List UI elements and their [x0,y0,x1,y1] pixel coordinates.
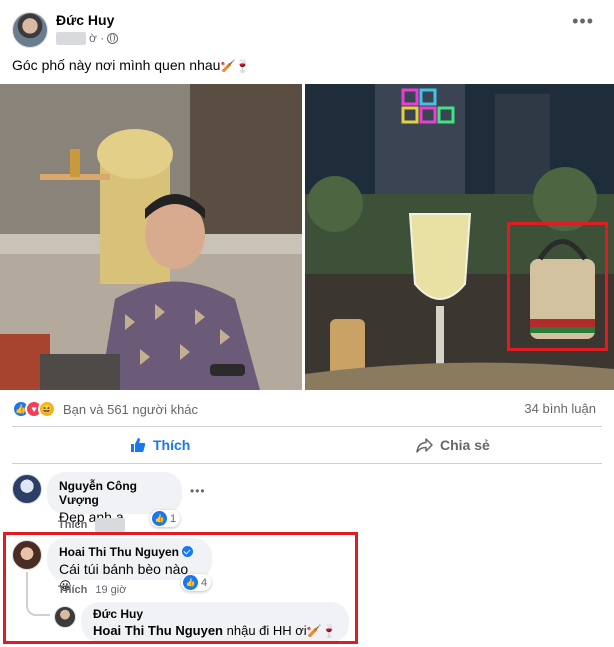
commenter-avatar[interactable] [12,540,42,570]
comment-bubble: Nguyễn Công Vượng Đẹp anh ạ [47,472,182,525]
commenter-avatar[interactable] [12,474,42,504]
reply-author[interactable]: Đức Huy [93,607,337,621]
comment-reaction-pill[interactable]: 👍 1 [150,510,181,527]
author-avatar[interactable] [12,12,48,48]
blurred-timestamp [95,518,126,532]
night-street-photo-illustration [305,84,614,390]
reaction-icons: 👍 ♥ 😆 [12,400,56,418]
comment-text-body: Cái túi bánh bèo nào [59,561,189,577]
man-photo-illustration [0,84,302,390]
comment-reaction-count: 1 [170,512,177,525]
reactions-summary[interactable]: 👍 ♥ 😆 Bạn và 561 người khác [12,400,198,418]
post-photo-left[interactable] [0,84,302,390]
mini-like-icon: 👍 [152,511,167,526]
author-name[interactable]: Đức Huy [56,12,114,28]
reply-thread-line [26,572,50,616]
reply-emoji: 🏏🍷 [306,624,337,638]
share-button-label: Chia sẻ [440,437,490,453]
reply-text-body: nhậu đi HH ơi [226,623,307,638]
comment-actions: Thích 19 giờ [58,584,126,596]
blurred-timestamp [56,31,86,45]
post-time-suffix[interactable]: ờ · [89,31,104,45]
post-header: Đức Huy ờ · ••• [0,0,614,50]
divider [12,426,602,427]
comments-count[interactable]: 34 bình luận [524,401,596,416]
reply-mention[interactable]: Hoai Thi Thu Nguyen [93,623,223,638]
post-meta: ờ · [56,31,119,45]
post-caption-text: Góc phố này nơi mình quen nhau [12,57,221,73]
haha-icon: 😆 [38,400,56,418]
mini-like-icon: 👍 [183,575,198,590]
post-caption: Góc phố này nơi mình quen nhau🏏🍷 [12,57,250,73]
comment-reaction-pill[interactable]: 👍 4 [181,574,212,591]
reply-avatar[interactable] [54,606,76,628]
divider [12,463,602,464]
reply-bubble: Đức Huy Hoai Thi Thu Nguyen nhậu đi HH ơ… [81,602,349,642]
comment-time[interactable]: 19 giờ [95,584,126,596]
like-button[interactable]: Thích [130,437,190,453]
comment-like-link[interactable]: Thích [58,584,87,596]
comment-author[interactable]: Nguyễn Công Vượng [59,479,170,507]
reply-text: Hoai Thi Thu Nguyen nhậu đi HH ơi🏏🍷 [93,623,337,638]
post-photo-right[interactable] [305,84,614,390]
comment-reaction-count: 4 [201,576,208,589]
globe-icon [107,32,119,44]
comment-like-link[interactable]: Thích [58,519,87,531]
like-button-label: Thích [153,437,191,453]
share-arrow-icon [416,437,433,453]
reactions-summary-text: Bạn và 561 người khác [63,401,199,417]
comment-author[interactable]: Hoai Thi Thu Nguyen [59,545,200,559]
comment-author-name: Hoai Thi Thu Nguyen [59,545,179,559]
share-button[interactable]: Chia sẻ [416,437,490,453]
post-more-options-icon[interactable]: ••• [572,12,594,30]
comment-more-icon[interactable]: ••• [190,484,206,498]
thumbs-up-icon [131,438,146,452]
verified-badge-icon [182,546,193,557]
post-caption-emoji: 🏏🍷 [220,59,251,73]
comment-actions: Thích [58,518,126,532]
